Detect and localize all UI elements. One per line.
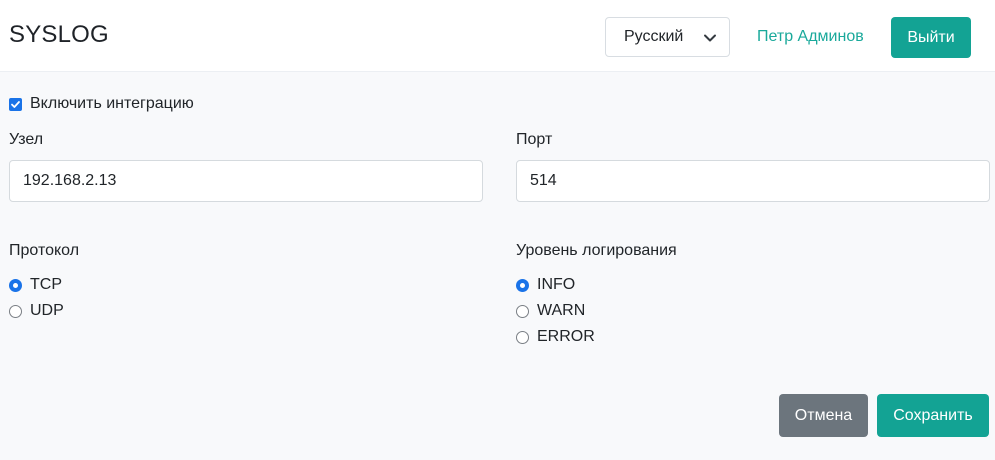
log-level-label: Уровень логирования <box>516 242 677 259</box>
logout-button[interactable]: Выйти <box>891 17 971 58</box>
checkmark-icon <box>11 100 20 108</box>
log-level-info-label: INFO <box>537 276 576 293</box>
protocol-option-tcp[interactable]: TCP <box>9 276 62 294</box>
page-title: SYSLOG <box>9 21 109 48</box>
enable-integration-row[interactable]: Включить интеграцию <box>9 95 194 113</box>
protocol-tcp-radio[interactable] <box>9 278 22 292</box>
protocol-label: Протокол <box>9 242 80 259</box>
port-input[interactable]: 514 <box>516 160 990 202</box>
log-level-option-warn[interactable]: WARN <box>516 302 585 320</box>
log-level-warn-radio[interactable] <box>516 304 529 318</box>
protocol-udp-radio[interactable] <box>9 304 22 318</box>
log-level-info-radio[interactable] <box>516 278 529 292</box>
chevron-down-icon <box>704 34 716 42</box>
enable-integration-label: Включить интеграцию <box>30 95 194 112</box>
log-level-option-info[interactable]: INFO <box>516 276 575 294</box>
protocol-option-udp[interactable]: UDP <box>9 302 64 320</box>
language-select-value: Русский <box>624 28 684 45</box>
log-level-warn-label: WARN <box>537 302 586 319</box>
save-button[interactable]: Сохранить <box>877 394 989 437</box>
log-level-error-radio[interactable] <box>516 330 529 344</box>
host-label: Узел <box>9 131 44 148</box>
protocol-udp-label: UDP <box>30 302 64 319</box>
user-profile-link[interactable]: Петр Админов <box>757 28 864 46</box>
enable-integration-checkbox[interactable] <box>9 97 22 111</box>
top-bar: SYSLOG Русский Петр Админов Выйти <box>0 0 995 72</box>
cancel-button[interactable]: Отмена <box>779 394 868 437</box>
log-level-error-label: ERROR <box>537 328 595 345</box>
host-input[interactable]: 192.168.2.13 <box>9 160 483 202</box>
language-select[interactable]: Русский <box>605 17 730 57</box>
protocol-tcp-label: TCP <box>30 276 62 293</box>
log-level-option-error[interactable]: ERROR <box>516 328 595 346</box>
port-label: Порт <box>516 131 553 148</box>
